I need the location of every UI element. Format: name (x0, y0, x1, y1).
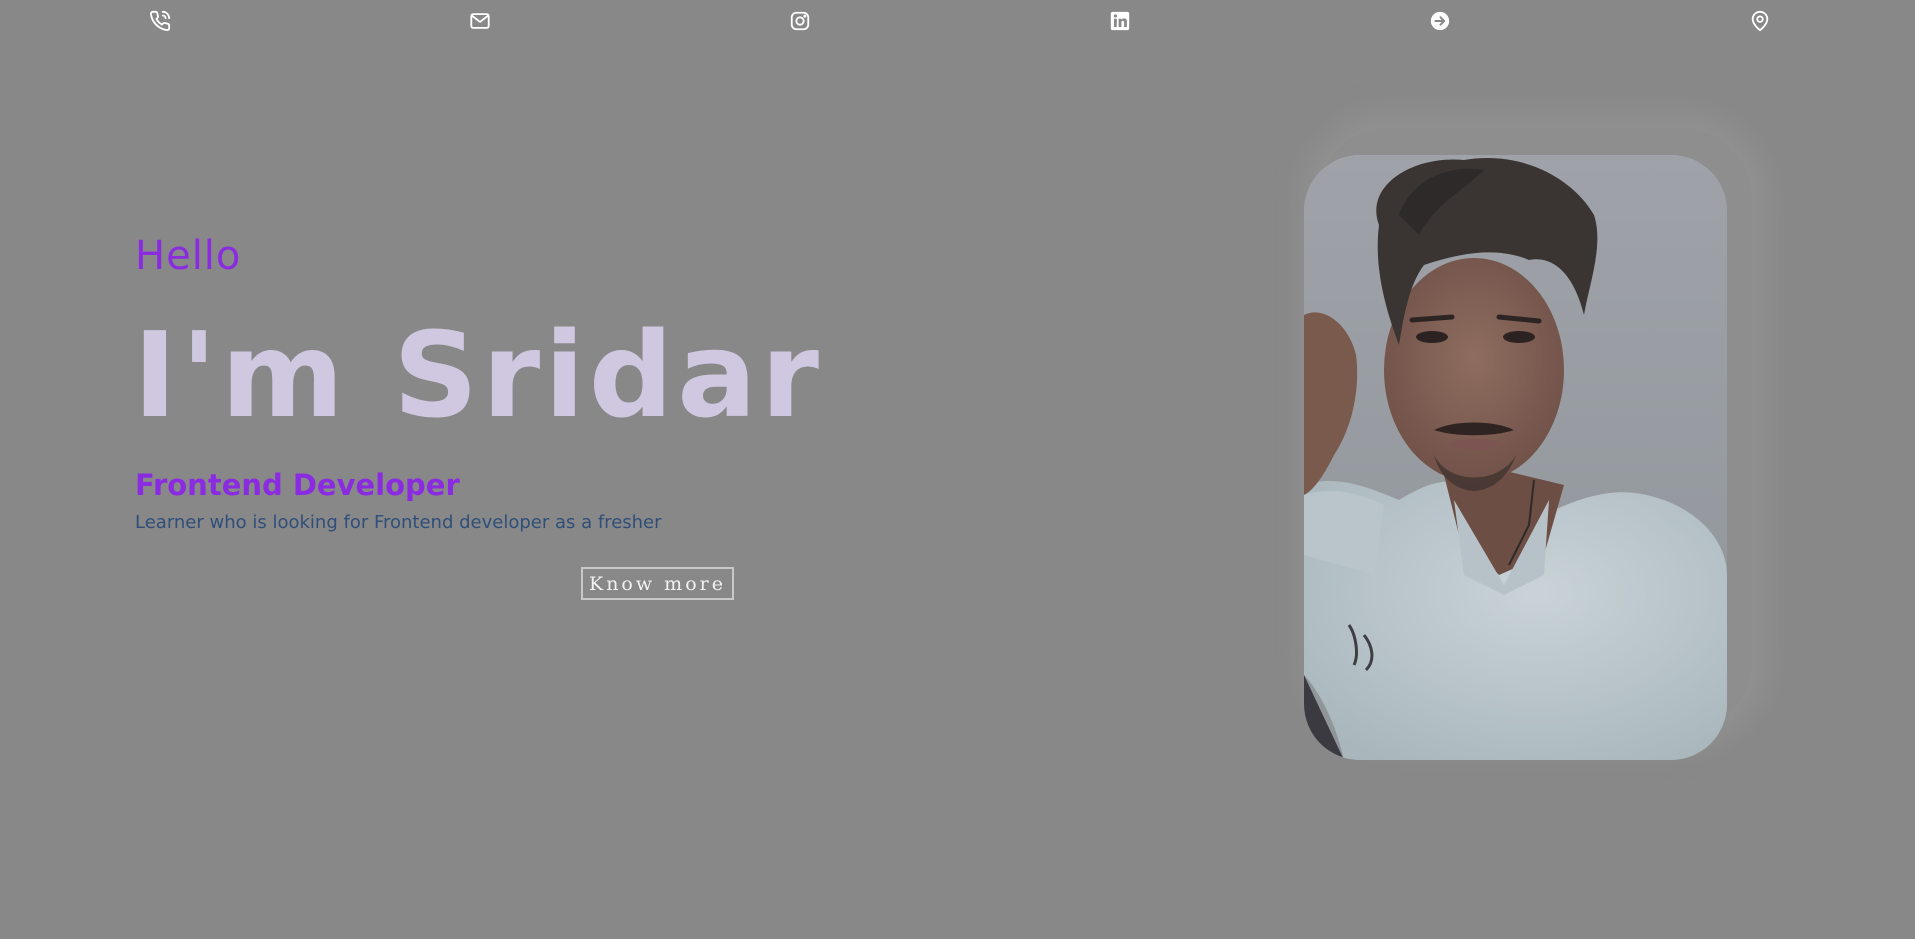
role-subtitle: Frontend Developer (135, 468, 460, 502)
mail-icon[interactable] (469, 10, 491, 32)
linkedin-icon[interactable] (1109, 10, 1131, 32)
greeting-text: Hello (135, 233, 242, 279)
location-pin-icon[interactable] (1749, 10, 1771, 32)
instagram-icon[interactable] (789, 10, 811, 32)
know-more-button[interactable]: Know more (581, 567, 734, 600)
top-contact-bar (0, 0, 1915, 44)
hero-description: Learner who is looking for Frontend deve… (135, 512, 662, 533)
hero-section: Hello I'm Sridar Frontend Developer Lear… (133, 233, 835, 600)
profile-photo (1304, 155, 1727, 760)
arrow-right-circle-icon[interactable] (1429, 10, 1451, 32)
phone-icon[interactable] (149, 10, 171, 32)
hero-name-heading: I'm Sridar (133, 306, 823, 444)
